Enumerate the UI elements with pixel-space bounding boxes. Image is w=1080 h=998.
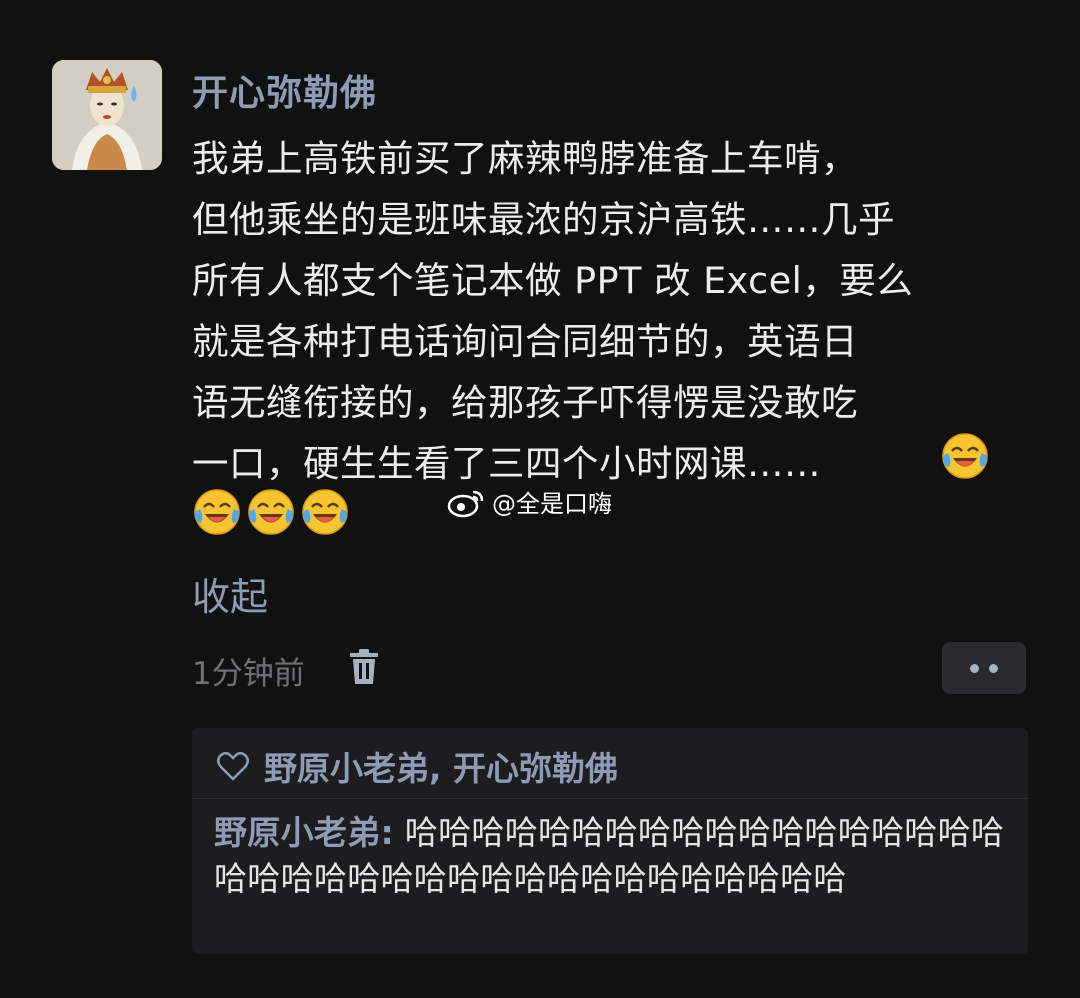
avatar[interactable] — [52, 60, 162, 170]
likes-row[interactable]: 野原小老弟, 开心弥勒佛 — [216, 742, 618, 790]
timestamp: 1分钟前 — [192, 656, 305, 692]
reply-author[interactable]: 野原小老弟: — [214, 813, 394, 852]
watermark-text: @全是口嗨 — [492, 490, 612, 518]
more-dot-icon — [989, 663, 998, 673]
collapse-button[interactable]: 收起 — [192, 566, 268, 621]
trash-icon[interactable] — [348, 648, 380, 686]
laughing-crying-emoji-icon — [192, 487, 242, 537]
laughing-crying-emoji-icon — [300, 487, 350, 537]
more-dot-icon — [970, 663, 979, 673]
laughing-crying-emoji-icon — [246, 487, 296, 537]
reply-box: 野原小老弟, 开心弥勒佛 野原小老弟: 哈哈哈哈哈哈哈哈哈哈哈哈哈哈哈哈哈哈哈哈… — [192, 728, 1028, 954]
post-content: 我弟上高铁前买了麻辣鸭脖准备上车啃， 但他乘坐的是班味最浓的京沪高铁……几乎 所… — [192, 137, 914, 485]
emoji-row — [192, 487, 350, 537]
username[interactable]: 开心弥勒佛 — [192, 64, 377, 116]
likes-names[interactable]: 野原小老弟, 开心弥勒佛 — [264, 742, 618, 790]
more-options-button[interactable] — [942, 642, 1026, 694]
heart-icon[interactable] — [216, 750, 250, 782]
weibo-icon — [447, 490, 484, 517]
laughing-crying-emoji-icon — [940, 431, 990, 481]
divider — [192, 798, 1028, 799]
reply-comment[interactable]: 野原小老弟: 哈哈哈哈哈哈哈哈哈哈哈哈哈哈哈哈哈哈哈哈哈哈哈哈哈哈哈哈哈哈哈哈哈… — [214, 810, 1014, 902]
watermark: @全是口嗨 — [446, 484, 612, 519]
